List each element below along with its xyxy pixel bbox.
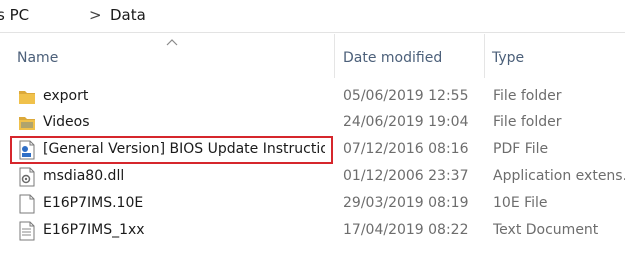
breadcrumb-data[interactable]: Data [110,6,146,24]
file-type: PDF File [493,141,549,157]
file-type: Application extens... [493,168,625,184]
file-row[interactable]: export 05/06/2019 12:55 File folder [0,84,625,110]
breadcrumb-this-pc[interactable]: s PC [0,6,29,24]
file-name: export [43,88,89,104]
file-name: E16P7IMS_1xx [43,222,145,238]
file-row[interactable]: E16P7IMS_1xx 17/04/2019 08:22 Text Docum… [0,218,625,244]
sort-ascending-icon [166,39,178,46]
column-header-name[interactable]: Name [17,50,58,66]
file-date-modified: 01/12/2006 23:37 [343,168,469,184]
file-date-modified: 29/03/2019 08:19 [343,195,469,211]
file-name: Videos [43,114,90,130]
highlight-box [10,136,333,164]
file-type: File folder [493,114,562,130]
file-name: E16P7IMS.10E [43,195,144,211]
folder-icon [19,117,35,130]
column-header-row: Name Date modified Type [0,34,625,78]
file-date-modified: 24/06/2019 19:04 [343,114,469,130]
file-row[interactable]: E16P7IMS.10E 29/03/2019 08:19 10E File [0,191,625,217]
file-date-modified: 07/12/2016 08:16 [343,141,469,157]
file-type: Text Document [493,222,599,238]
file-date-modified: 05/06/2019 12:55 [343,88,469,104]
folder-icon [19,91,35,104]
dll-file-icon [19,167,35,187]
file-date-modified: 17/04/2019 08:22 [343,222,469,238]
column-header-date-modified[interactable]: Date modified [343,50,442,66]
breadcrumb-separator-icon[interactable]: > [89,6,102,24]
file-row[interactable]: msdia80.dll 01/12/2006 23:37 Application… [0,164,625,190]
column-header-type[interactable]: Type [492,50,524,66]
column-divider[interactable] [334,34,335,78]
text-file-icon [19,221,35,241]
file-type: 10E File [493,195,548,211]
column-divider[interactable] [484,34,485,78]
generic-file-icon [19,194,35,214]
file-type: File folder [493,88,562,104]
file-row[interactable]: Videos 24/06/2019 19:04 File folder [0,110,625,136]
file-name: msdia80.dll [43,168,125,184]
address-bar[interactable]: s PC > Data [0,0,625,33]
